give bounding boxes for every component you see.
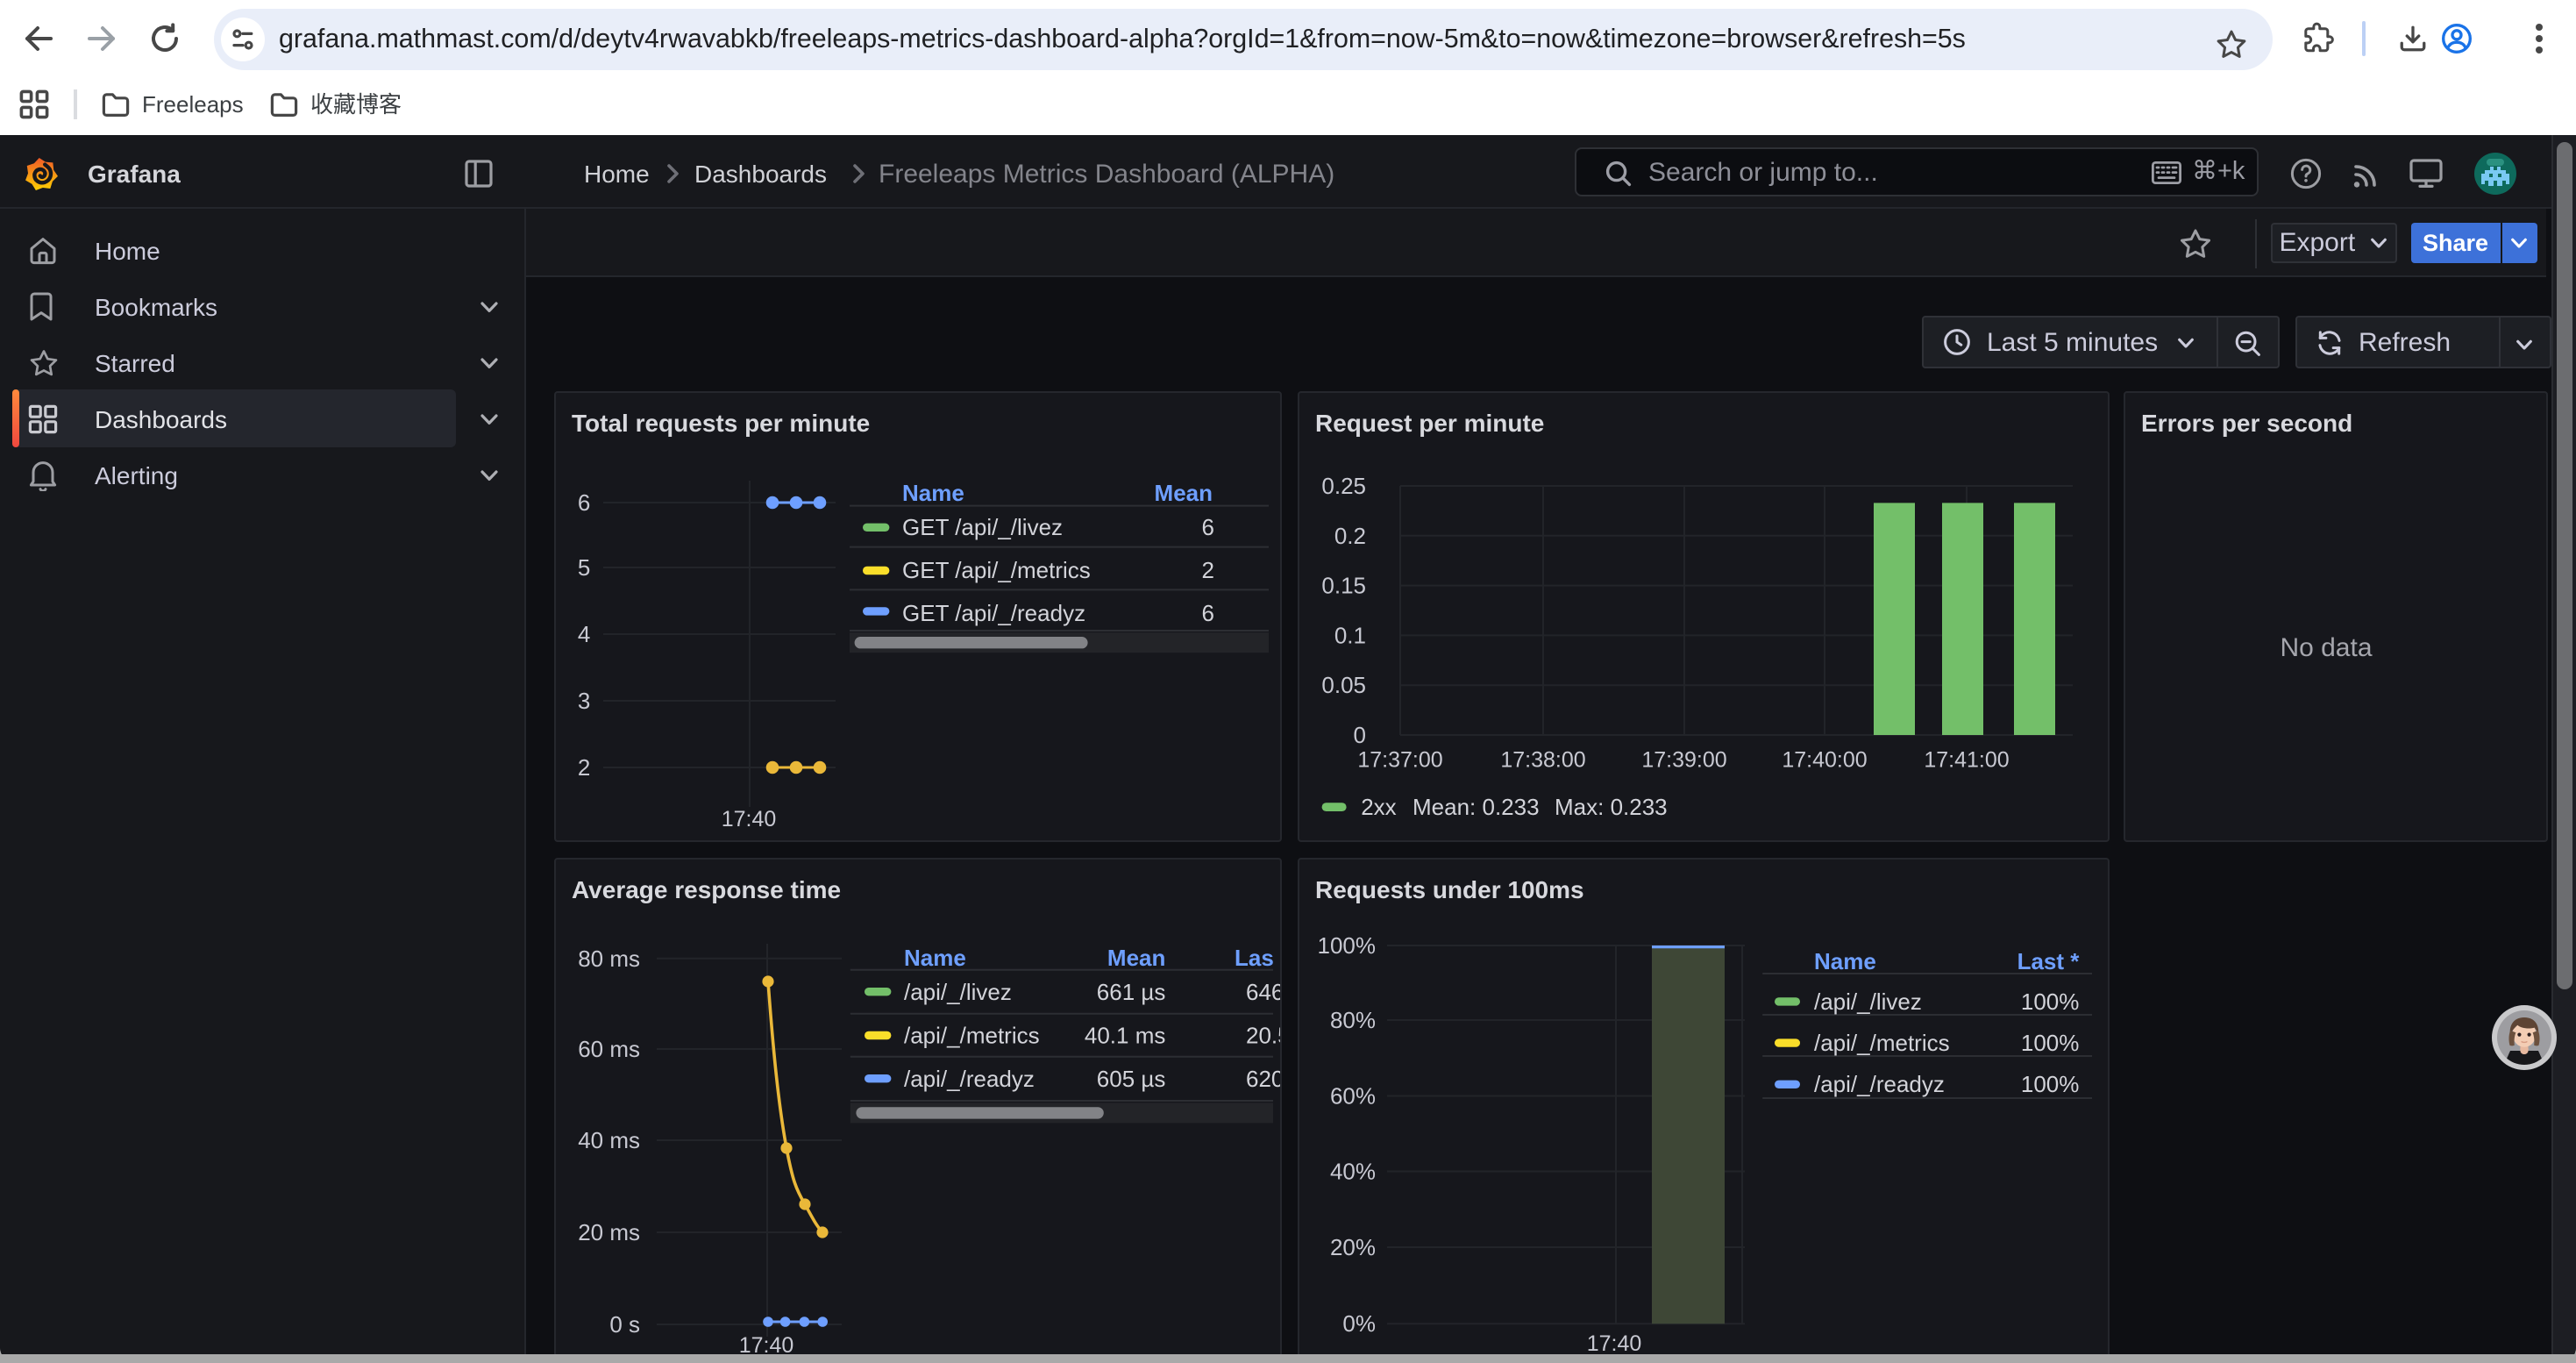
svg-text:6: 6 (1202, 514, 1214, 540)
svg-text:17:40: 17:40 (722, 807, 777, 831)
svg-text:/api/_/metrics: /api/_/metrics (904, 1023, 1040, 1049)
svg-text:Name: Name (902, 480, 964, 506)
svg-text:20%: 20% (1330, 1234, 1376, 1260)
svg-text:GET /api/_/metrics: GET /api/_/metrics (902, 557, 1091, 583)
svg-text:4: 4 (578, 621, 590, 647)
svg-text:0.2: 0.2 (1334, 523, 1366, 549)
svg-text:2: 2 (1202, 557, 1214, 583)
svg-text:100%: 100% (2021, 988, 2080, 1015)
svg-text:2xx: 2xx (1361, 794, 1396, 820)
svg-text:17:40: 17:40 (1587, 1331, 1642, 1356)
svg-text:17:37:00: 17:37:00 (1357, 748, 1442, 773)
svg-text:0.25: 0.25 (1321, 473, 1366, 499)
svg-text:Name: Name (904, 945, 966, 971)
svg-text:6: 6 (1202, 600, 1214, 626)
svg-text:0.15: 0.15 (1321, 573, 1366, 599)
svg-text:17:41:00: 17:41:00 (1924, 748, 2009, 773)
svg-text:Mean: Mean (1107, 945, 1165, 971)
svg-text:GET /api/_/readyz: GET /api/_/readyz (902, 600, 1085, 626)
svg-text:Mean: Mean (1155, 480, 1213, 506)
svg-text:/api/_/readyz: /api/_/readyz (1814, 1071, 1945, 1097)
svg-text:/api/_/metrics: /api/_/metrics (1814, 1030, 1950, 1056)
svg-text:60 ms: 60 ms (578, 1036, 640, 1062)
svg-text:5: 5 (578, 554, 590, 581)
svg-text:Last *: Last * (2017, 948, 2081, 974)
svg-text:17:38:00: 17:38:00 (1500, 748, 1585, 773)
svg-text:/api/_/livez: /api/_/livez (1814, 988, 1922, 1015)
svg-text:20.5 r: 20.5 r (1246, 1023, 1280, 1049)
svg-text:100%: 100% (2021, 1030, 2080, 1056)
svg-text:80%: 80% (1330, 1007, 1376, 1033)
svg-text:Name: Name (1814, 948, 1876, 974)
svg-text:2: 2 (578, 754, 590, 781)
svg-text:0.1: 0.1 (1334, 622, 1366, 648)
svg-text:40.1 ms: 40.1 ms (1085, 1023, 1166, 1049)
svg-text:0: 0 (1354, 722, 1366, 748)
svg-text:6: 6 (578, 489, 590, 516)
svg-text:17:40:00: 17:40:00 (1782, 748, 1867, 773)
svg-text:40%: 40% (1330, 1159, 1376, 1185)
svg-text:620: 620 (1246, 1066, 1280, 1092)
svg-text:17:39:00: 17:39:00 (1641, 748, 1726, 773)
svg-text:3: 3 (578, 688, 590, 714)
svg-text:100%: 100% (1318, 932, 1377, 959)
svg-text:Mean: 0.233: Mean: 0.233 (1413, 794, 1540, 820)
svg-text:0.05: 0.05 (1321, 672, 1366, 698)
svg-text:661 µs: 661 µs (1097, 979, 1166, 1005)
svg-text:/api/_/livez: /api/_/livez (904, 979, 1012, 1005)
svg-text:GET /api/_/livez: GET /api/_/livez (902, 514, 1063, 540)
svg-text:20 ms: 20 ms (578, 1219, 640, 1245)
svg-text:Max: 0.233: Max: 0.233 (1555, 794, 1668, 820)
svg-text:60%: 60% (1330, 1083, 1376, 1110)
svg-text:0 s: 0 s (609, 1311, 640, 1338)
svg-text:/api/_/readyz: /api/_/readyz (904, 1066, 1035, 1092)
svg-text:40 ms: 40 ms (578, 1127, 640, 1153)
svg-text:100%: 100% (2021, 1071, 2080, 1097)
svg-text:0%: 0% (1342, 1310, 1376, 1337)
svg-text:Las: Las (1235, 945, 1274, 971)
svg-text:80 ms: 80 ms (578, 946, 640, 972)
svg-text:646: 646 (1246, 979, 1280, 1005)
svg-text:605 µs: 605 µs (1097, 1066, 1166, 1092)
